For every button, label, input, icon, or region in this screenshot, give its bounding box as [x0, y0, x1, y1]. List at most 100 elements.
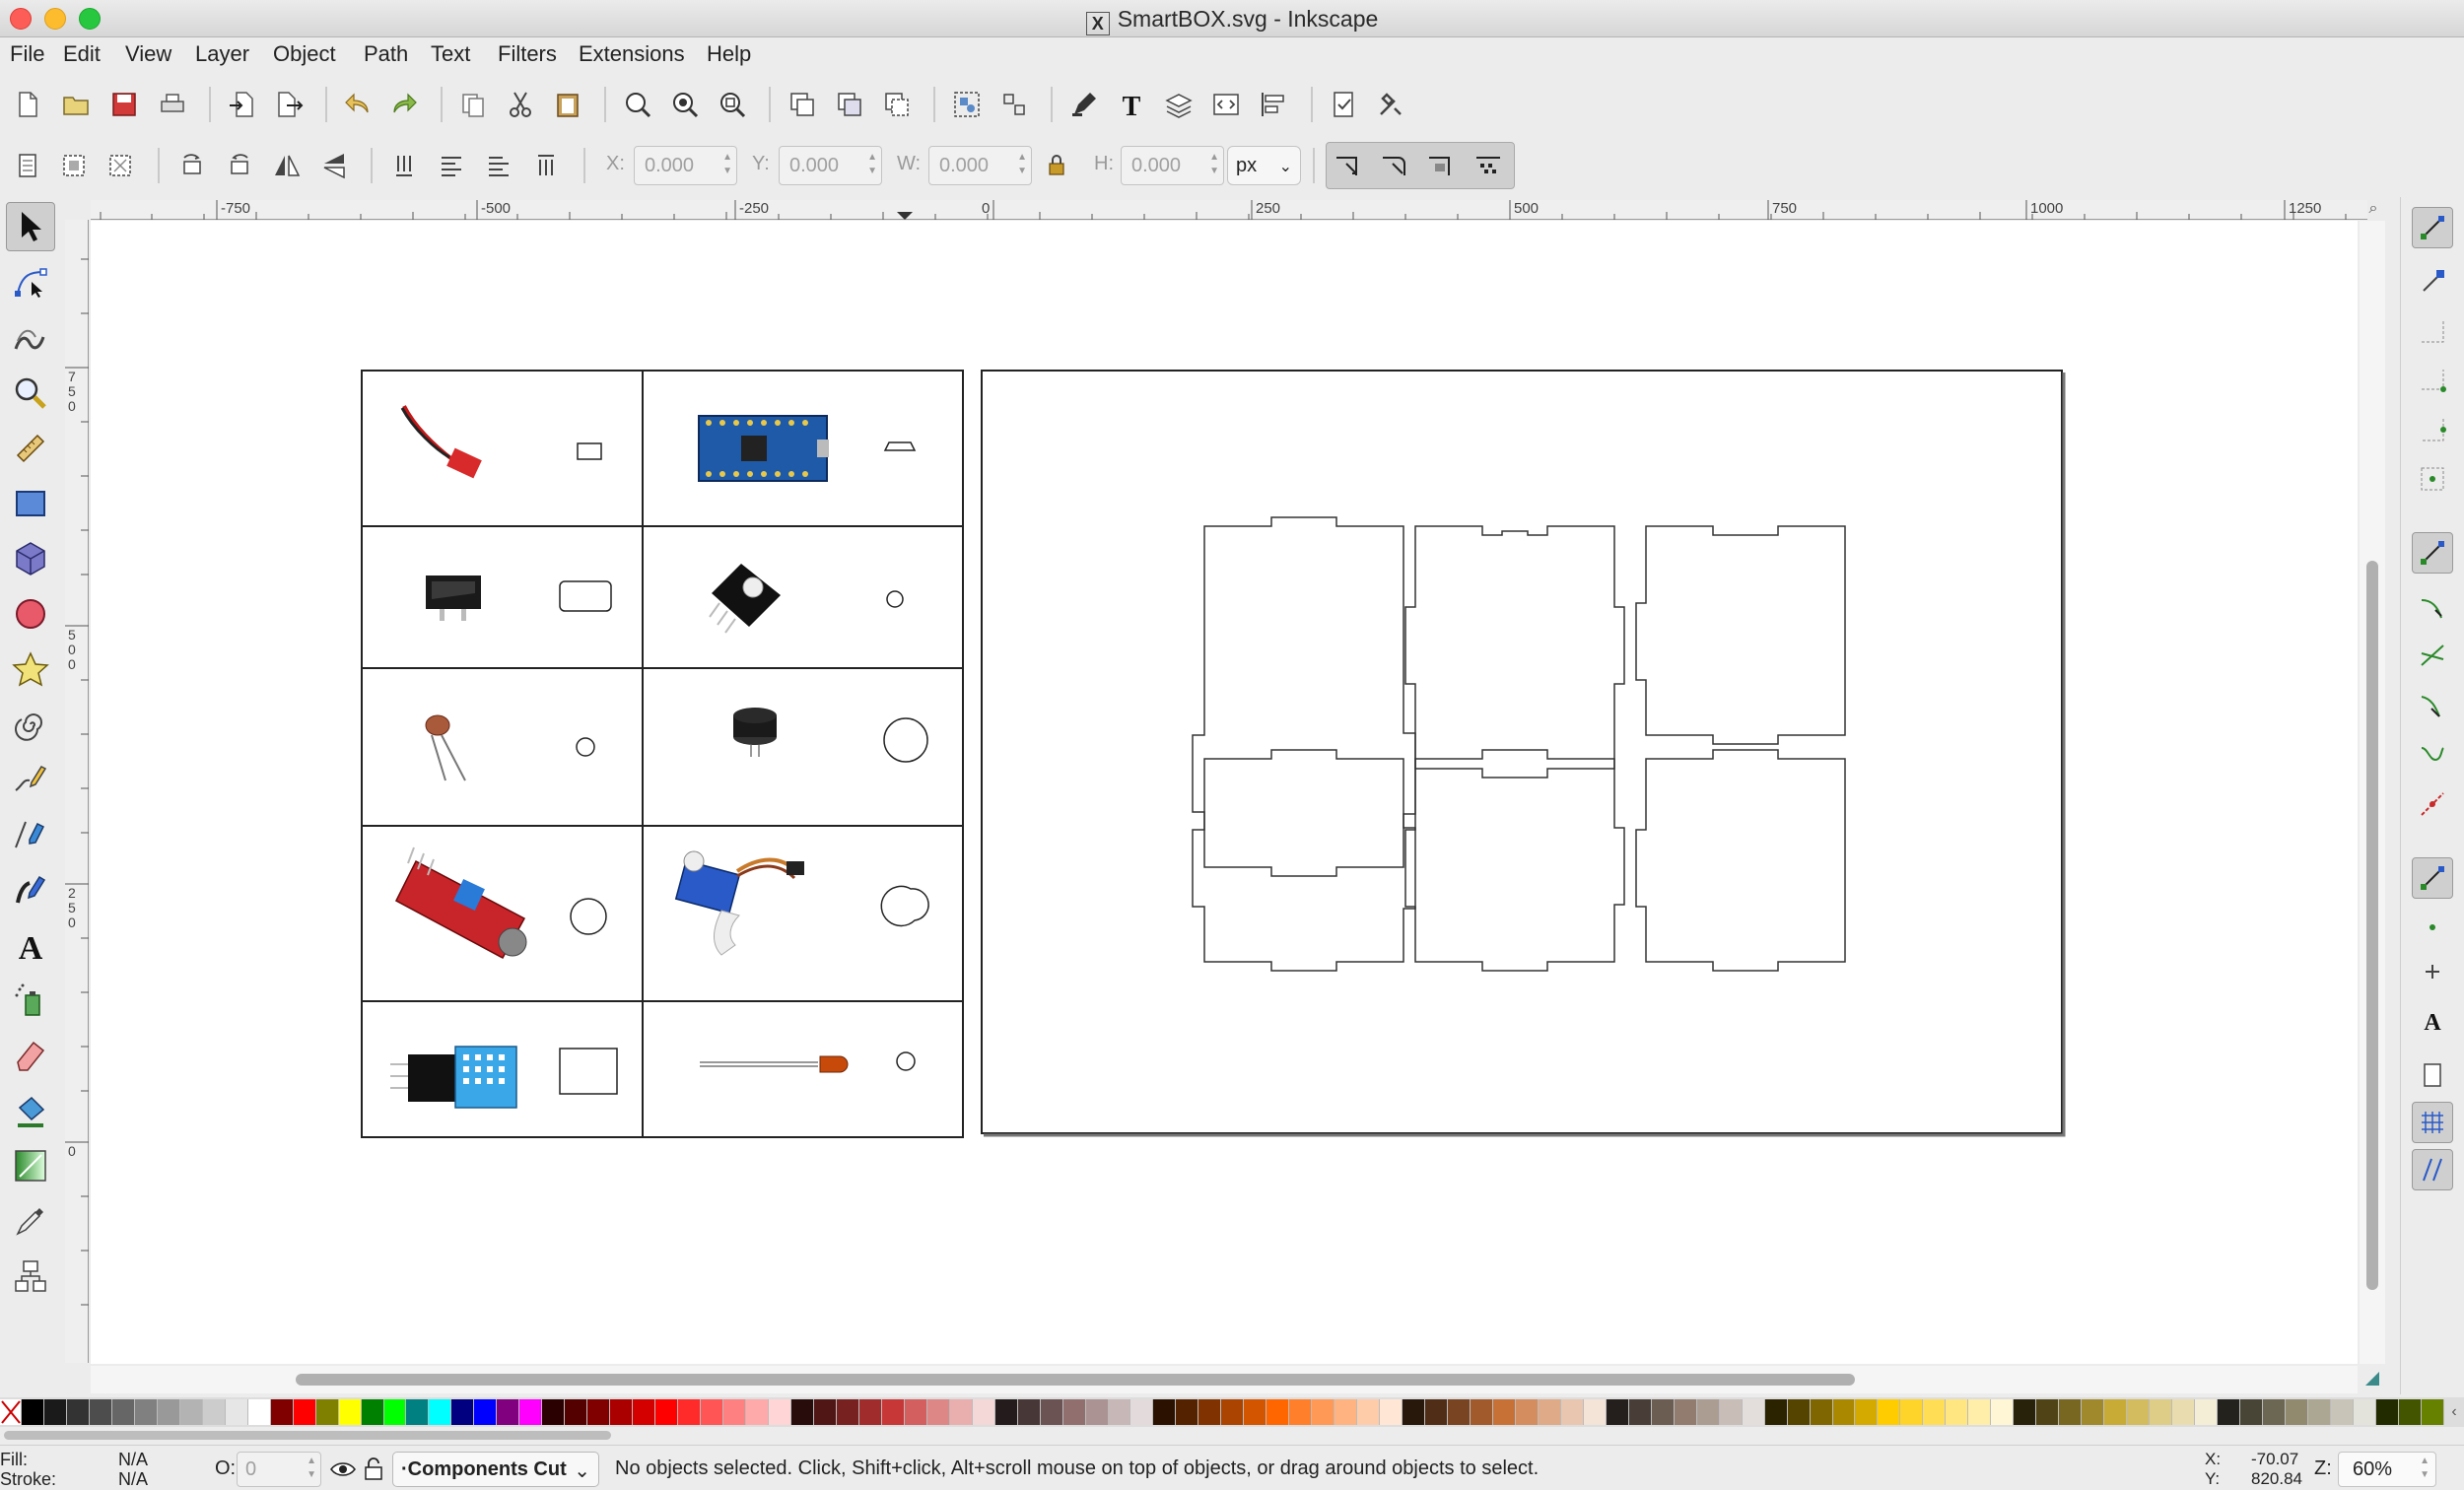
tweak-tool-icon[interactable]: [6, 313, 55, 363]
eraser-tool-icon[interactable]: [6, 1031, 55, 1080]
zoom-drawing-icon[interactable]: [665, 85, 705, 124]
vertical-scrollbar[interactable]: [2360, 221, 2385, 1364]
w-field[interactable]: ▲▼: [928, 146, 1032, 185]
zoom-selection-icon[interactable]: [618, 85, 657, 124]
align-distribute-icon[interactable]: [1254, 85, 1293, 124]
resize-grip-icon[interactable]: [2361, 1368, 2383, 1389]
color-swatch[interactable]: [1448, 1399, 1471, 1425]
unit-select[interactable]: px ⌄: [1227, 146, 1301, 185]
palette-scroll-thumb[interactable]: [4, 1431, 611, 1440]
palette-scroll-icon[interactable]: ‹: [2444, 1399, 2464, 1425]
color-swatch[interactable]: [2014, 1399, 2037, 1425]
cutout-led[interactable]: [886, 590, 904, 608]
ungroup-icon[interactable]: [994, 85, 1034, 124]
select-all-icon[interactable]: [8, 146, 47, 185]
color-swatch[interactable]: [1719, 1399, 1743, 1425]
snap-enable-icon[interactable]: [2412, 207, 2453, 248]
select-all-layers-icon[interactable]: [54, 146, 94, 185]
color-swatch[interactable]: [1357, 1399, 1381, 1425]
opacity-input[interactable]: [238, 1453, 297, 1486]
color-swatch[interactable]: [361, 1399, 384, 1425]
color-swatch[interactable]: [1335, 1399, 1358, 1425]
h-stepper-icon[interactable]: ▲ ▼: [1209, 151, 1219, 178]
w-stepper-icon[interactable]: ▲ ▼: [1017, 151, 1027, 178]
open-document-icon[interactable]: [56, 85, 96, 124]
calligraphy-tool-icon[interactable]: [6, 865, 55, 914]
color-swatch[interactable]: [519, 1399, 543, 1425]
color-swatch[interactable]: [1266, 1399, 1290, 1425]
menu-edit[interactable]: Edit: [63, 41, 101, 67]
color-swatch[interactable]: [429, 1399, 452, 1425]
color-swatch[interactable]: [1560, 1399, 1584, 1425]
new-document-icon[interactable]: [8, 85, 47, 124]
color-swatch[interactable]: [270, 1399, 294, 1425]
save-document-icon[interactable]: [104, 85, 144, 124]
menu-file[interactable]: File: [10, 41, 44, 67]
color-swatch[interactable]: [1674, 1399, 1697, 1425]
cutout-usb[interactable]: [883, 441, 917, 451]
color-swatch[interactable]: [111, 1399, 135, 1425]
menu-extensions[interactable]: Extensions: [579, 41, 685, 67]
color-swatch[interactable]: [746, 1399, 769, 1425]
color-swatch[interactable]: [678, 1399, 702, 1425]
color-swatch[interactable]: [768, 1399, 791, 1425]
fill-stroke-icon[interactable]: [1064, 85, 1104, 124]
current-layer-select[interactable]: ·Components Cut ⌄: [392, 1452, 599, 1487]
snap-guides-icon[interactable]: [2412, 1149, 2453, 1190]
color-swatch[interactable]: [225, 1399, 248, 1425]
zoom-stepper-icon[interactable]: ▲ ▼: [2420, 1455, 2430, 1482]
zoom-tool-icon[interactable]: [6, 369, 55, 418]
h-input[interactable]: [1122, 147, 1223, 184]
color-swatch[interactable]: [972, 1399, 995, 1425]
color-swatch[interactable]: [1606, 1399, 1629, 1425]
color-swatch[interactable]: [2353, 1399, 2376, 1425]
snap-path-intersections-icon[interactable]: [2412, 636, 2453, 677]
group-icon[interactable]: [947, 85, 987, 124]
spray-tool-icon[interactable]: [6, 976, 55, 1025]
color-swatch[interactable]: [2127, 1399, 2151, 1425]
preferences-icon[interactable]: [1371, 85, 1410, 124]
cutout-ldr[interactable]: [576, 737, 595, 757]
stroke-value[interactable]: N/A: [118, 1469, 148, 1490]
paint-bucket-tool-icon[interactable]: [6, 1086, 55, 1135]
color-swatch[interactable]: [2239, 1399, 2263, 1425]
fill-value[interactable]: N/A: [118, 1450, 148, 1470]
color-swatch[interactable]: [1628, 1399, 1652, 1425]
export-icon[interactable]: [269, 85, 308, 124]
ellipse-tool-icon[interactable]: [6, 589, 55, 639]
color-swatch[interactable]: [1900, 1399, 1924, 1425]
xml-editor-icon[interactable]: [1206, 85, 1246, 124]
color-swatch[interactable]: [1742, 1399, 1765, 1425]
color-swatch[interactable]: [1810, 1399, 1833, 1425]
snap-others-icon[interactable]: [2412, 857, 2453, 899]
color-swatch[interactable]: [1198, 1399, 1222, 1425]
color-swatch[interactable]: [1380, 1399, 1403, 1425]
snap-paths-icon[interactable]: [2412, 586, 2453, 628]
x-field[interactable]: ▲▼: [634, 146, 737, 185]
import-icon[interactable]: [223, 85, 262, 124]
x-input[interactable]: [635, 147, 736, 184]
color-swatch[interactable]: [1108, 1399, 1131, 1425]
document-properties-icon[interactable]: [1324, 85, 1363, 124]
redo-icon[interactable]: [384, 85, 424, 124]
y-input[interactable]: [780, 147, 881, 184]
cut-icon[interactable]: [501, 85, 540, 124]
menu-object[interactable]: Object: [273, 41, 336, 67]
flip-vertical-icon[interactable]: [314, 146, 354, 185]
snap-rotation-centers-icon[interactable]: [2412, 951, 2453, 992]
color-swatch[interactable]: [315, 1399, 339, 1425]
undo-icon[interactable]: [338, 85, 377, 124]
color-swatch[interactable]: [2036, 1399, 2060, 1425]
color-swatch[interactable]: [1832, 1399, 1856, 1425]
box-panel-3[interactable]: [1635, 525, 1846, 745]
color-swatch[interactable]: [1085, 1399, 1109, 1425]
color-swatch[interactable]: [2262, 1399, 2286, 1425]
color-swatch[interactable]: [134, 1399, 158, 1425]
color-swatch[interactable]: [1991, 1399, 2015, 1425]
y-stepper-icon[interactable]: ▲ ▼: [867, 151, 877, 178]
cutout-switch[interactable]: [559, 580, 612, 612]
color-swatch[interactable]: [406, 1399, 430, 1425]
color-swatch[interactable]: [338, 1399, 362, 1425]
snap-object-centers-icon[interactable]: [2412, 907, 2453, 948]
snap-smooth-nodes-icon[interactable]: [2412, 734, 2453, 776]
